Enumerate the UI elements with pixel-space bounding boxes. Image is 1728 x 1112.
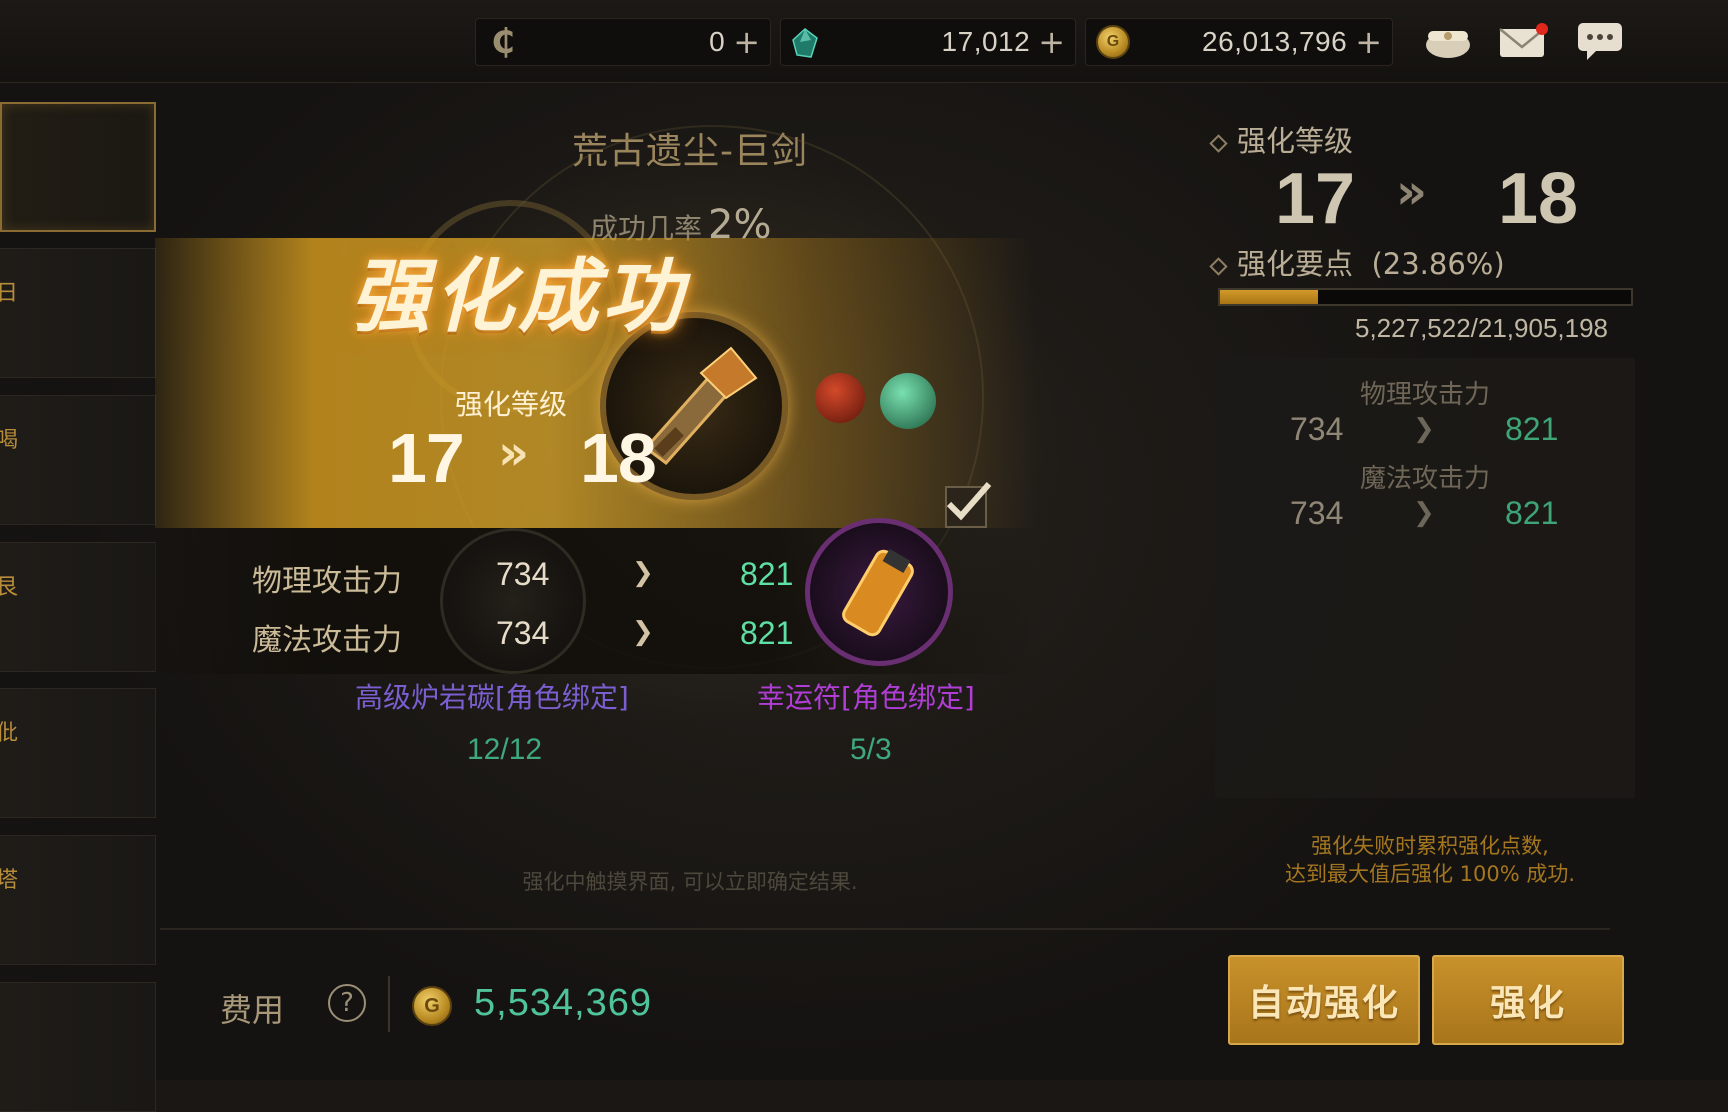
sidebar-item-4[interactable]: 艮 [0,542,156,672]
green-orb-icon [880,373,936,429]
gold-coin-icon: G [1096,25,1130,59]
divider [388,976,390,1032]
material-slot-1[interactable] [440,528,586,674]
diamond-bullet-icon [1209,133,1228,153]
right-stats-panel: 物理攻击力 734 ❯ 821 魔法攻击力 734 ❯ 821 [1215,358,1635,798]
mail-icon[interactable] [1496,16,1552,66]
right-hint-line-1: 强化失败时累积强化点数, [1311,834,1549,858]
gold-coin-icon: G [412,986,452,1026]
arrow-right-icon: ❯ [632,617,654,647]
result-stat-new-magic: 821 [740,615,794,651]
lucky-charm-scroll-icon [842,548,914,637]
currency-gold[interactable]: G 26,013,796 + [1085,18,1393,66]
points-percent: (23.86%) [1371,247,1505,281]
right-hint-line-2: 达到最大值后强化 100% 成功. [1284,862,1576,886]
material-name-2: 幸运符[角色绑定] [757,681,975,714]
cost-label: 费用 [220,991,285,1029]
currency-gem[interactable]: 17,012 + [780,18,1076,66]
points-text: 5,227,522/21,905,198 [1355,313,1609,343]
sidebar-item-2[interactable]: 日 [0,248,156,378]
diamond-bullet-icon [1209,256,1228,276]
result-stat-new-physical: 821 [740,556,794,592]
top-bar: ₵ 0 + 17,012 + G 26,013,796 + [0,0,1728,83]
right-stat-old-magic: 734 [1290,495,1344,531]
result-level-to: 18 [580,419,657,497]
result-level-label: 强化等级 [455,388,568,421]
lucky-charm-checkbox[interactable] [945,482,992,528]
sidebar-item-label: 日 [0,281,19,306]
result-stat-old-physical: 734 [496,556,550,592]
right-stat-new-physical: 821 [1505,411,1559,447]
result-stat-old-magic: 734 [496,615,550,651]
material-slot-2[interactable] [805,518,953,666]
sidebar-item-7[interactable] [0,982,156,1112]
currency-gold-add-button[interactable]: + [1355,26,1382,58]
result-level-from: 17 [388,419,465,497]
currency-cera-value: 0 [709,26,726,57]
help-icon[interactable]: ? [328,984,366,1022]
arrow-right-icon: ❯ [1413,498,1435,528]
currency-gem-value: 17,012 [941,26,1031,57]
sidebar-item-6[interactable]: 塔 [0,835,156,965]
enhance-points-progress [1218,288,1633,306]
chat-icon[interactable] [1572,16,1628,66]
sidebar-item-label: 喝 [0,428,19,453]
currency-gem-add-button[interactable]: + [1038,26,1065,58]
divider [160,928,1610,930]
result-stat-name-magic: 魔法攻击力 [252,623,402,658]
chevron-right-icon: » [1396,164,1428,220]
result-stat-name-physical: 物理攻击力 [252,564,402,599]
right-stat-new-magic: 821 [1505,495,1559,531]
currency-cera-add-button[interactable]: + [733,26,760,58]
right-level-from: 17 [1275,159,1356,239]
sidebar-item-label: 塔 [0,868,19,893]
sidebar-item-label: 艮 [0,575,19,600]
auto-enhance-button[interactable]: 自动强化 [1228,955,1420,1045]
sidebar-item-label: 仳 [0,721,19,746]
treasure-bag-icon[interactable] [1420,16,1476,66]
right-stat-name-physical: 物理攻击力 [1359,380,1490,410]
right-stat-old-physical: 734 [1290,411,1344,447]
sidebar-item-3[interactable]: 喝 [0,395,156,525]
cera-coin-icon: ₵ [491,22,515,62]
red-orb-icon [815,373,865,423]
arrow-right-icon: ❯ [1413,414,1435,444]
right-level-to: 18 [1498,159,1579,239]
right-level-label: 强化等级 [1209,118,1353,160]
currency-cera[interactable]: ₵ 0 + [475,18,771,66]
touch-hint: 强化中触摸界面, 可以立即确定结果. [522,870,858,894]
green-gem-icon [791,28,819,58]
sidebar-item-1[interactable] [0,102,156,232]
currency-gold-value: 26,013,796 [1202,26,1348,57]
right-stat-name-magic: 魔法攻击力 [1359,464,1490,494]
check-icon [946,482,992,521]
progress-fill [1220,290,1319,304]
material-count-2: 5/3 [850,733,892,766]
material-count-1: 12/12 [467,733,543,766]
enhance-button[interactable]: 强化 [1432,955,1624,1045]
chevron-right-icon: » [498,425,530,481]
arrow-right-icon: ❯ [632,558,654,588]
sidebar-item-5[interactable]: 仳 [0,688,156,818]
cost-value: 5,534,369 [474,982,653,1024]
right-points-label: 强化要点 (23.86%) [1209,241,1505,283]
material-name-1: 高级炉岩碳[角色绑定] [355,681,629,714]
enhance-success-title: 强化成功 [350,250,686,343]
